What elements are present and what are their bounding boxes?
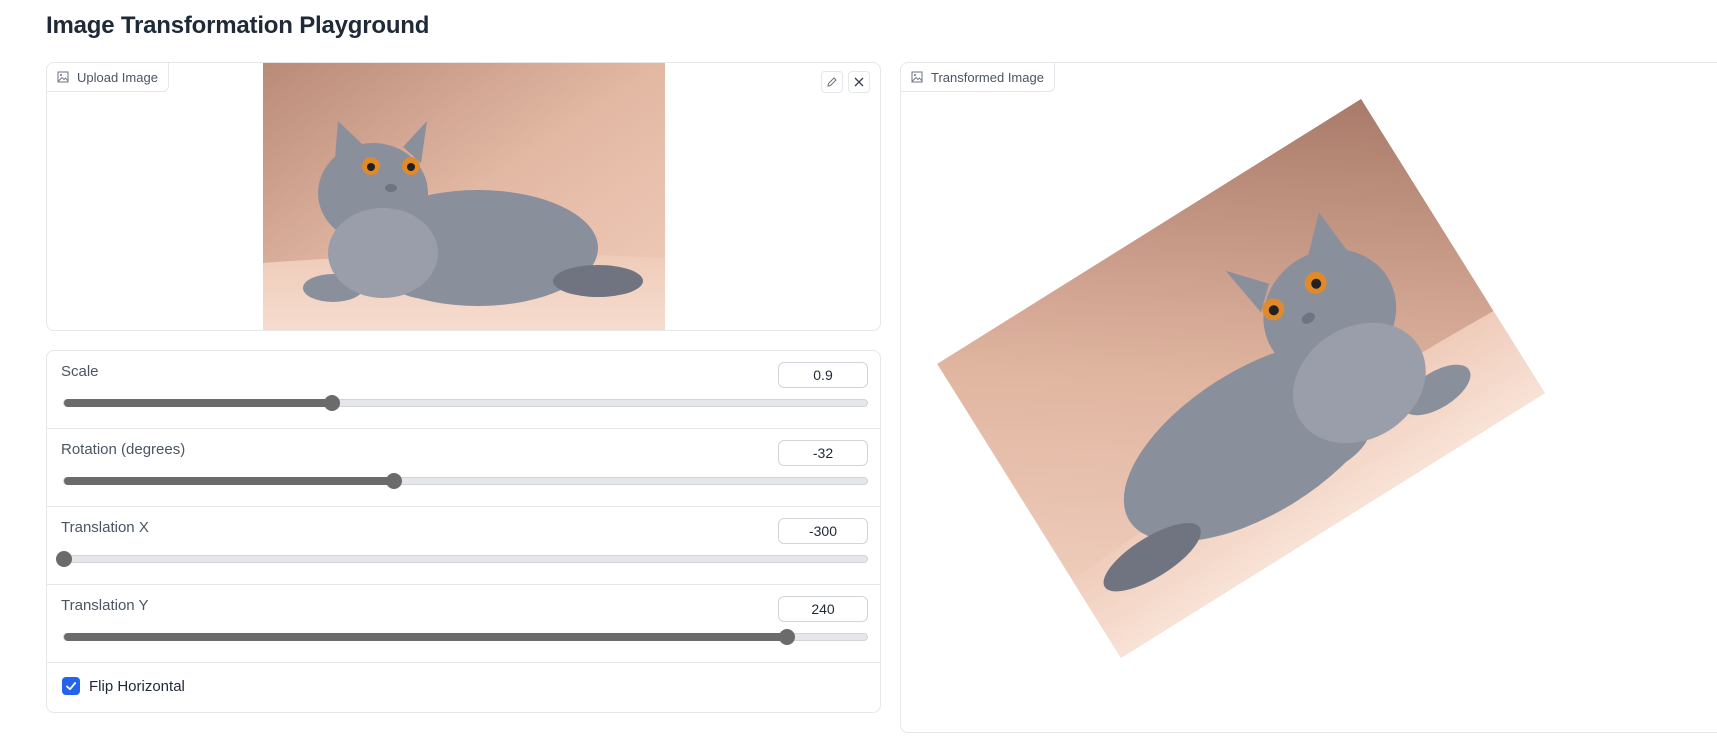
transformed-cat-image	[937, 98, 1545, 659]
rotation-slider[interactable]	[63, 473, 868, 489]
upload-image-panel[interactable]: Upload Image	[46, 62, 881, 331]
translation-y-slider[interactable]	[63, 629, 868, 645]
scale-number-input[interactable]: 0.9	[778, 362, 868, 388]
close-icon	[854, 77, 864, 87]
transformed-image-panel: Transformed Image	[900, 62, 1717, 733]
rotation-slider-fill	[64, 477, 395, 485]
translation-x-slider-thumb[interactable]	[56, 551, 72, 567]
edit-button[interactable]	[821, 71, 843, 93]
upload-image-badge: Upload Image	[47, 63, 169, 92]
scale-slider-fill	[64, 399, 332, 407]
flip-horizontal-label: Flip Horizontal	[89, 678, 185, 695]
scale-slider-thumb[interactable]	[323, 395, 340, 411]
pencil-icon	[827, 77, 837, 87]
translation-y-label: Translation Y	[61, 597, 149, 614]
translation-x-label: Translation X	[61, 519, 149, 536]
scale-slider-row: Scale 0.9	[47, 351, 880, 429]
clear-button[interactable]	[848, 71, 870, 93]
translation-y-slider-thumb[interactable]	[778, 629, 795, 645]
checkmark-icon	[66, 682, 77, 691]
translation-x-number-input[interactable]: -300	[778, 518, 868, 544]
scale-label: Scale	[61, 363, 99, 380]
translation-x-slider-row: Translation X -300	[47, 507, 880, 585]
uploaded-cat-image	[263, 63, 665, 330]
upload-image-label: Upload Image	[77, 69, 158, 85]
rotation-number-input[interactable]: -32	[778, 440, 868, 466]
rotation-label: Rotation (degrees)	[61, 441, 186, 458]
flip-horizontal-checkbox[interactable]	[62, 677, 80, 695]
scale-slider[interactable]	[63, 395, 868, 411]
translation-y-slider-row: Translation Y 240	[47, 585, 880, 663]
image-icon	[911, 71, 923, 83]
transformed-image-label: Transformed Image	[931, 69, 1044, 85]
translation-y-number-input[interactable]: 240	[778, 596, 868, 622]
flip-horizontal-row[interactable]: Flip Horizontal	[47, 663, 880, 713]
transformed-image-badge: Transformed Image	[901, 63, 1055, 92]
image-icon	[57, 71, 69, 83]
controls-panel: Scale 0.9 Rotation (degrees) -32 Transla…	[46, 350, 881, 713]
page-title: Image Transformation Playground	[46, 12, 430, 39]
translation-x-slider[interactable]	[56, 551, 868, 567]
rotation-slider-row: Rotation (degrees) -32	[47, 429, 880, 507]
translation-y-slider-fill	[64, 633, 787, 641]
rotation-slider-thumb[interactable]	[386, 473, 403, 489]
